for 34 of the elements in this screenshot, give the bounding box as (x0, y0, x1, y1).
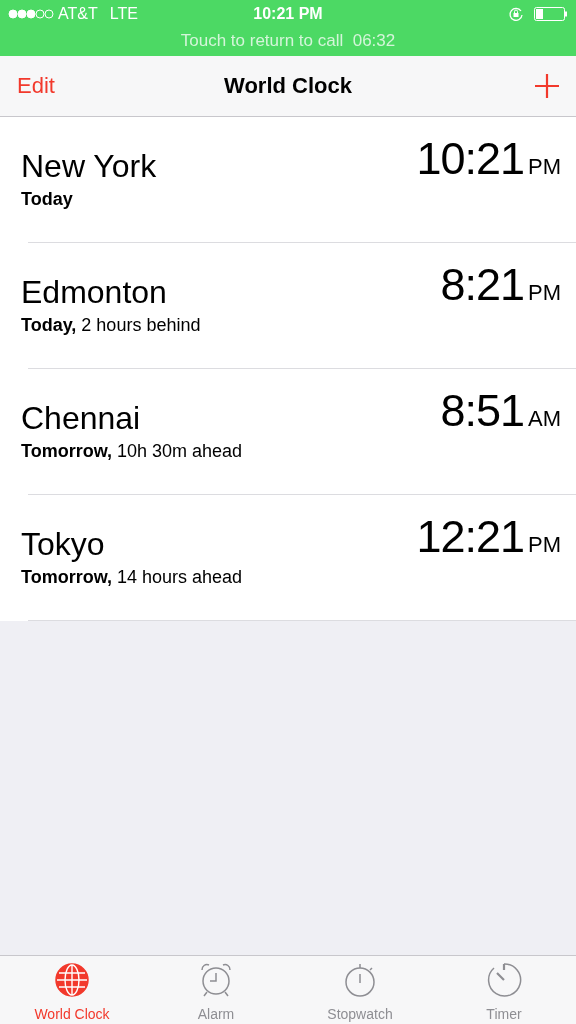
tab[interactable]: Timer (432, 956, 576, 1024)
signal-icon (8, 9, 54, 19)
stopwatch-icon (342, 962, 378, 998)
battery-icon (534, 7, 568, 21)
status-time: 10:21 PM (253, 5, 323, 23)
am-pm: PM (528, 280, 561, 306)
day-offset: Today (21, 189, 74, 210)
add-icon[interactable] (534, 73, 560, 99)
rotation-lock-icon (508, 6, 524, 22)
city-name: Tokyo (21, 525, 106, 563)
tab[interactable]: World Clock (0, 956, 144, 1024)
am-pm: PM (528, 532, 561, 558)
globe-icon (54, 962, 90, 998)
clock-time: 8:51 (440, 385, 524, 437)
timer-icon (486, 962, 522, 998)
city-name: Edmonton (21, 273, 168, 311)
day-offset: Tomorrow, 10h 30m ahead (21, 441, 243, 462)
screen-title: World Clock (224, 73, 352, 99)
am-pm: AM (528, 406, 561, 432)
clock-time: 8:21 (440, 259, 524, 311)
city-name: New York (21, 147, 157, 185)
am-pm: PM (528, 154, 561, 180)
city-name: Chennai (21, 399, 142, 437)
clock-time: 12:21 (416, 511, 524, 563)
network-type: LTE (109, 5, 138, 23)
carrier-name: AT&T (58, 5, 98, 23)
day-offset: Today, 2 hours behind (21, 315, 201, 336)
edit-button[interactable]: Edit (17, 73, 55, 99)
clock-time: 10:21 (416, 133, 524, 185)
day-offset: Tomorrow, 14 hours ahead (21, 567, 243, 588)
alarm-clock-icon (198, 962, 234, 998)
tab[interactable]: Stopwatch (288, 956, 432, 1024)
tab[interactable]: Alarm (144, 956, 288, 1024)
return-to-call-banner[interactable]: Touch to return to call 06:32 (0, 28, 576, 56)
